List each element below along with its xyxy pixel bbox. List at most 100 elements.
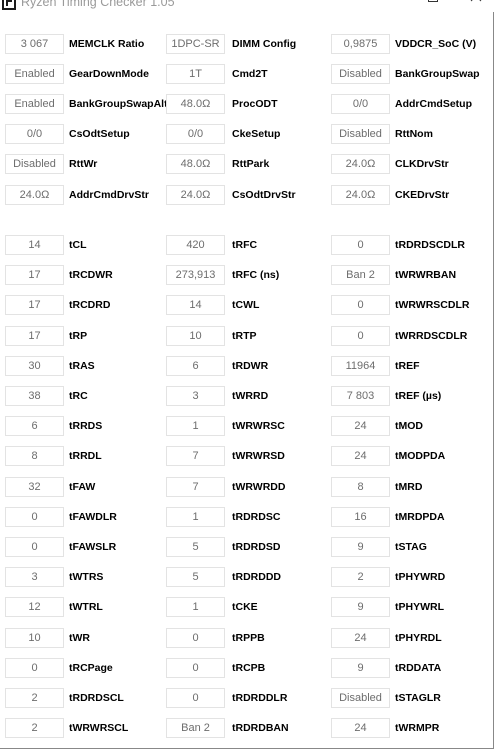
- value-field[interactable]: 24: [331, 718, 390, 739]
- field-label: CsOdtSetup: [69, 128, 130, 141]
- value-field[interactable]: 17: [5, 295, 64, 316]
- value-field[interactable]: 0/0: [166, 124, 225, 145]
- value-field[interactable]: 0,9875: [331, 34, 390, 54]
- value-field[interactable]: 14: [5, 235, 64, 255]
- value-field[interactable]: 273,913: [166, 265, 225, 286]
- field-label: tRRDL: [69, 450, 102, 463]
- field-label: RttWr: [69, 158, 98, 171]
- title-bar[interactable]: Ryzen Timing Checker 1.05: [0, 0, 495, 12]
- field-label: tFAWSLR: [69, 541, 117, 553]
- value-field[interactable]: 7 803: [331, 386, 390, 406]
- value-field[interactable]: 6: [5, 416, 64, 437]
- value-field[interactable]: 24: [331, 627, 390, 648]
- value-field[interactable]: 9: [331, 537, 390, 557]
- close-button[interactable]: [453, 0, 495, 12]
- timing-row: 32 tFAW 7 tWRWRDD 8 tMRD: [0, 476, 493, 497]
- field-label: tRPPB: [232, 631, 265, 644]
- value-field[interactable]: 0: [5, 506, 64, 527]
- value-field[interactable]: 1: [166, 416, 225, 437]
- field-label: tWRMPR: [395, 722, 440, 735]
- value-field[interactable]: 16: [331, 506, 390, 527]
- value-field[interactable]: 6: [166, 355, 225, 376]
- value-field[interactable]: 9: [331, 657, 390, 678]
- field-label: AddrCmdSetup: [395, 98, 472, 111]
- value-field[interactable]: Enabled: [5, 64, 64, 85]
- value-field[interactable]: 2: [5, 718, 64, 739]
- field-label: tSTAG: [395, 541, 427, 553]
- value-field[interactable]: 1: [166, 506, 225, 527]
- value-field[interactable]: 3 067: [5, 34, 64, 54]
- field-label: tFAW: [69, 480, 96, 493]
- value-field[interactable]: 24.0Ω: [331, 184, 390, 205]
- value-field[interactable]: 7: [166, 476, 225, 497]
- maximize-icon: [428, 0, 438, 2]
- field-label: tCWL: [232, 299, 260, 312]
- value-field[interactable]: 24.0Ω: [331, 154, 390, 175]
- value-field[interactable]: 0: [166, 688, 225, 708]
- value-field[interactable]: 2: [331, 567, 390, 588]
- value-field[interactable]: 7: [166, 446, 225, 467]
- value-field[interactable]: 0: [166, 627, 225, 648]
- value-field[interactable]: Disabled: [5, 154, 64, 175]
- value-field[interactable]: 10: [166, 325, 225, 346]
- window-title: Ryzen Timing Checker 1.05: [21, 0, 175, 9]
- value-field[interactable]: Enabled: [5, 94, 64, 115]
- field-label: tRCPB: [232, 661, 266, 674]
- timing-row: 2 tWRWRSCL Ban 2 tRDRDBAN 24 tWRMPR: [0, 718, 493, 739]
- value-field[interactable]: 3: [166, 386, 225, 406]
- config-row: 3 067 MEMCLK Ratio 1DPC-SR DIMM Config 0,987…: [0, 34, 493, 54]
- value-field[interactable]: 12: [5, 597, 64, 618]
- value-field[interactable]: 11964: [331, 355, 390, 376]
- value-field[interactable]: 24.0Ω: [5, 184, 64, 205]
- value-field[interactable]: 0: [5, 657, 64, 678]
- value-field[interactable]: 0: [331, 295, 390, 316]
- value-field[interactable]: 420: [166, 235, 225, 255]
- value-field[interactable]: 0: [5, 537, 64, 557]
- value-field[interactable]: Ban 2: [166, 718, 225, 739]
- value-field[interactable]: Disabled: [331, 64, 390, 85]
- value-field[interactable]: 24: [331, 416, 390, 437]
- field-label: tPHYWRL: [395, 601, 444, 614]
- field-label: CsOdtDrvStr: [232, 188, 296, 201]
- value-field[interactable]: 0: [166, 657, 225, 678]
- value-field[interactable]: Disabled: [331, 688, 390, 708]
- value-field[interactable]: 9: [331, 597, 390, 618]
- value-field[interactable]: 48.0Ω: [166, 154, 225, 175]
- value-field[interactable]: 48.0Ω: [166, 94, 225, 115]
- value-field[interactable]: 3: [5, 567, 64, 588]
- value-field[interactable]: 32: [5, 476, 64, 497]
- field-label: MEMCLK Ratio: [69, 38, 145, 50]
- value-field[interactable]: 38: [5, 386, 64, 406]
- field-label: tRTP: [232, 329, 257, 342]
- value-field[interactable]: 5: [166, 537, 225, 557]
- value-field[interactable]: Disabled: [331, 124, 390, 145]
- field-label: BankGroupSwapAlt: [69, 98, 168, 111]
- value-field[interactable]: 0/0: [331, 94, 390, 115]
- timing-row: 0 tFAWDLR 1 tRDRDSC 16 tMRDPDA: [0, 506, 493, 527]
- value-field[interactable]: 24: [331, 446, 390, 467]
- value-field[interactable]: 1DPC-SR: [166, 34, 225, 54]
- field-label: tMRD: [395, 480, 423, 493]
- maximize-button[interactable]: [410, 0, 456, 12]
- field-label: tFAWDLR: [69, 510, 117, 523]
- field-label: tRCPage: [69, 661, 113, 674]
- value-field[interactable]: Ban 2: [331, 265, 390, 286]
- value-field[interactable]: 0/0: [5, 124, 64, 145]
- timing-row: 17 tRCDRD 14 tCWL 0 tWRWRSCDLR: [0, 295, 493, 316]
- value-field[interactable]: 17: [5, 325, 64, 346]
- value-field[interactable]: 30: [5, 355, 64, 376]
- value-field[interactable]: 24.0Ω: [166, 184, 225, 205]
- minimize-button[interactable]: [358, 0, 404, 12]
- value-field[interactable]: 1: [166, 597, 225, 618]
- value-field[interactable]: 0: [331, 325, 390, 346]
- value-field[interactable]: 5: [166, 567, 225, 588]
- value-field[interactable]: 8: [5, 446, 64, 467]
- value-field[interactable]: 14: [166, 295, 225, 316]
- value-field[interactable]: 10: [5, 627, 64, 648]
- value-field[interactable]: 17: [5, 265, 64, 286]
- value-field[interactable]: 2: [5, 688, 64, 708]
- value-field[interactable]: 1T: [166, 64, 225, 85]
- config-row: Disabled RttWr 48.0Ω RttPark 24.0Ω CLKDrvStr: [0, 154, 493, 175]
- value-field[interactable]: 8: [331, 476, 390, 497]
- value-field[interactable]: 0: [331, 235, 390, 255]
